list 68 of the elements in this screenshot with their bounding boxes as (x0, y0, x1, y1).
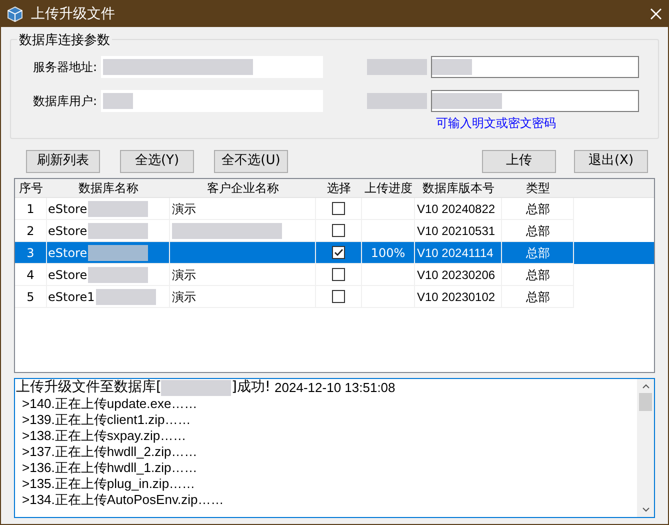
select-checkbox[interactable] (332, 268, 345, 281)
table-cell-text: 总部 (526, 200, 550, 218)
scrollbar[interactable] (637, 379, 654, 517)
redaction-block (88, 200, 148, 216)
dialog-button[interactable]: 上传 (482, 150, 556, 172)
select-checkbox[interactable] (332, 246, 345, 259)
user-field[interactable] (101, 90, 323, 112)
table-cell-text: 演示 (172, 200, 196, 218)
log-box[interactable]: 上传升级文件至数据库[ ]成功! 2024-12-10 13:51:08 >140.正在上传update.exe…… >139.正在上传client1.zip…… >138.正在上传sxpay.zip…… >137.正在上传hwdll_2.zip…… >136.正在上传hwdll_1.zip…… >135.正在上传plug_in.zip…… >134.正在上传AutoPosEnv.zip…… (14, 378, 655, 518)
table-cell-text: 总部 (526, 222, 550, 240)
field-label: 数据库用户: (32, 93, 97, 110)
table-cell-text: 总部 (526, 266, 550, 284)
column-header[interactable]: 数据库版本号 (415, 179, 502, 197)
table-cell-text: 总部 (526, 244, 550, 262)
table-cell-text: 演示 (172, 288, 196, 306)
close-icon[interactable] (650, 8, 662, 20)
column-header[interactable]: 数据库名称 (47, 179, 170, 197)
column-header[interactable]: 类型 (502, 179, 574, 197)
redaction-block (88, 222, 148, 238)
dialog-button[interactable]: 退出(X) (574, 150, 648, 172)
redaction-block (367, 93, 427, 109)
log-line: >136.正在上传hwdll_1.zip…… (21, 460, 198, 476)
column-header[interactable]: 上传进度 (362, 179, 415, 197)
table-cell: 5 (15, 286, 47, 308)
redaction-block (367, 59, 427, 75)
select-checkbox[interactable] (332, 202, 345, 215)
log-timestamp: 2024-12-10 13:51:08 (274, 379, 396, 397)
dialog-button[interactable]: 全不选(U) (214, 150, 288, 172)
log-line: >135.正在上传plug_in.zip…… (21, 476, 196, 492)
port-field[interactable] (431, 56, 639, 78)
column-header[interactable]: 选择 (316, 179, 362, 197)
server-field[interactable] (101, 56, 323, 78)
field-label: 服务器地址: (32, 59, 97, 76)
log-message: 上传升级文件至数据库[ (16, 379, 162, 397)
redaction-block (96, 288, 156, 304)
redaction-block (103, 93, 133, 109)
column-header[interactable]: 序号 (15, 179, 47, 197)
table-cell-text: 100% (370, 244, 406, 262)
table-cell-text: 总部 (526, 288, 550, 306)
log-line: >140.正在上传update.exe…… (21, 396, 198, 412)
table-cell: V10 20230102 (415, 286, 502, 308)
table-cell-text: 演示 (172, 266, 196, 284)
app-cube-icon (7, 6, 23, 22)
select-checkbox[interactable] (332, 224, 345, 237)
log-line: >139.正在上传client1.zip…… (21, 412, 192, 428)
table-cell-text: eStore (48, 200, 88, 218)
password-hint: 可输入明文或密文密码 (436, 115, 556, 132)
select-checkbox[interactable] (332, 290, 345, 303)
redaction-block (161, 380, 232, 396)
log-line: >134.正在上传AutoPosEnv.zip…… (21, 492, 225, 508)
column-header[interactable]: 客户企业名称 (170, 179, 316, 197)
redaction-block (432, 93, 502, 109)
log-message: ]成功! (231, 379, 271, 397)
redaction-block (432, 59, 472, 75)
table-cell-text: eStore1 (48, 288, 95, 306)
dialog-button[interactable]: 刷新列表 (26, 150, 100, 172)
table-cell-text: eStore (48, 222, 88, 240)
redaction-block (88, 244, 148, 260)
redaction-block (88, 266, 148, 282)
table-cell-text: eStore (48, 266, 88, 284)
dialog-button[interactable]: 全选(Y) (120, 150, 194, 172)
table-row[interactable]: 3 eStore 100% V10 20241114 总部 (15, 242, 654, 264)
scrollbar-thumb[interactable] (639, 393, 652, 411)
table-cell-text: eStore (48, 244, 88, 262)
password-field[interactable] (431, 90, 639, 112)
window-title: 上传升级文件 (31, 4, 115, 24)
log-line: >137.正在上传hwdll_2.zip…… (21, 444, 198, 460)
log-line: >138.正在上传sxpay.zip…… (21, 428, 188, 444)
